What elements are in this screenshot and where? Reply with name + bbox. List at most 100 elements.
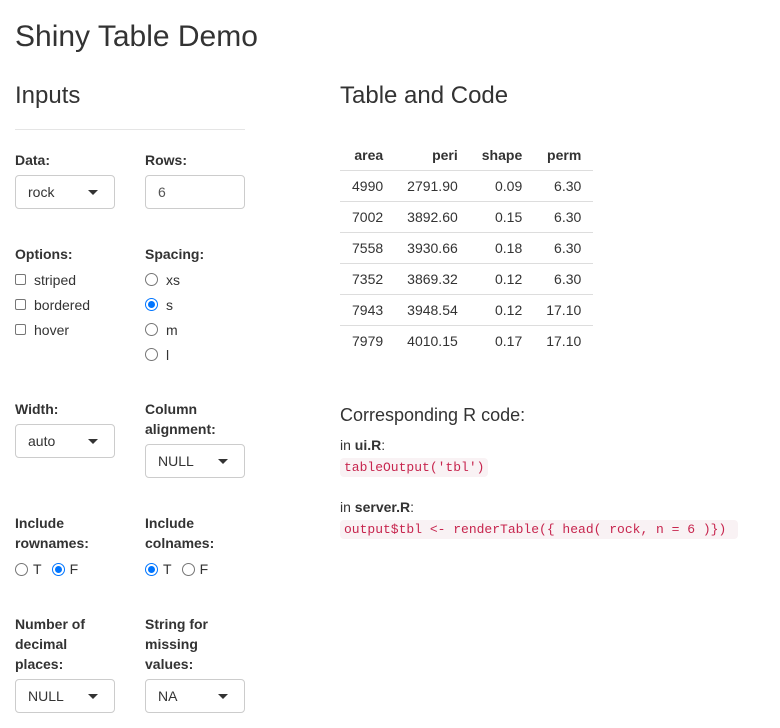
radio-icon[interactable] (145, 348, 158, 361)
width-label: Width: (15, 401, 59, 417)
option-striped[interactable]: striped (15, 267, 90, 292)
spacing-s[interactable]: s (145, 292, 180, 317)
table-cell: 6.30 (534, 201, 594, 233)
ui-file-name: ui.R (354, 437, 382, 453)
radio-icon[interactable] (181, 562, 195, 576)
table-cell: 17.10 (534, 294, 594, 326)
ui-code-block: tableOutput('tbl') (340, 458, 489, 477)
table-cell: 7352 (340, 263, 396, 295)
spacing-l[interactable]: l (145, 342, 180, 367)
radio-icon[interactable] (145, 273, 158, 286)
table-row: 7558 3930.66 0.18 6.30 (340, 232, 594, 264)
data-label: Data: (15, 152, 51, 168)
option-hover[interactable]: hover (15, 317, 90, 342)
table-header-row: area peri shape perm (340, 139, 594, 171)
column-header-peri: peri (395, 139, 470, 171)
decimal-places-select[interactable]: NULL (15, 679, 115, 713)
radio-selected-icon[interactable] (145, 298, 158, 311)
table-cell: 3869.32 (395, 263, 470, 295)
chevron-down-icon (88, 439, 98, 444)
radio-icon[interactable] (15, 562, 28, 576)
table-cell: 6.30 (534, 232, 594, 264)
chevron-down-icon (88, 694, 98, 699)
chevron-down-icon (218, 694, 228, 699)
colnames-f[interactable]: F (181, 561, 208, 577)
table-cell: 3948.54 (395, 294, 470, 326)
column-alignment-label: Column alignment: (145, 401, 216, 437)
column-header-area: area (340, 139, 396, 171)
table-cell: 0.15 (469, 201, 535, 233)
column-header-shape: shape (469, 139, 535, 171)
checkbox-icon[interactable] (15, 324, 26, 335)
page-title: Shiny Table Demo (15, 20, 258, 53)
radio-icon[interactable] (145, 323, 158, 336)
table-cell: 0.09 (469, 170, 535, 202)
table-cell: 6.30 (534, 263, 594, 295)
colnames-t[interactable]: T (145, 561, 172, 577)
table-cell: 0.18 (469, 232, 535, 264)
checkbox-icon[interactable] (15, 299, 26, 310)
table-cell: 4990 (340, 170, 396, 202)
table-cell: 7002 (340, 201, 396, 233)
include-rownames-label: Include rownames: (15, 515, 89, 551)
table-cell: 7979 (352, 333, 384, 349)
table-cell: 3892.60 (395, 201, 470, 233)
table-cell: 17.10 (546, 333, 582, 349)
table-row: 7352 3869.32 0.12 6.30 (340, 263, 594, 295)
decimal-places-label: Number of decimal places: (15, 616, 85, 672)
radio-selected-icon[interactable] (145, 562, 158, 576)
include-rownames-group: T F (15, 559, 88, 579)
include-colnames-label: Include colnames: (145, 515, 215, 551)
missing-values-value: NA (158, 688, 178, 704)
ui-code-label: in ui.R: (340, 437, 386, 453)
width-select-value: auto (28, 433, 56, 449)
checkbox-icon[interactable] (15, 274, 26, 285)
spacing-group: xs s m l (145, 267, 180, 367)
rows-input-value: 6 (158, 184, 166, 200)
table-cell: 4010.15 (407, 333, 458, 349)
table-row: 4990 2791.90 0.09 6.30 (340, 170, 594, 202)
rownames-f[interactable]: F (51, 561, 78, 577)
data-table: area peri shape perm 4990 2791.90 0.09 6… (340, 139, 594, 357)
width-select[interactable]: auto (15, 424, 115, 458)
table-row: 7002 3892.60 0.15 6.30 (340, 201, 594, 233)
chevron-down-icon (218, 459, 228, 464)
table-cell: 0.12 (469, 294, 535, 326)
missing-values-select[interactable]: NA (145, 679, 245, 713)
table-cell: 7943 (340, 294, 396, 326)
table-row: 7979 4010.15 0.17 17.10 (340, 326, 593, 357)
table-cell: 2791.90 (395, 170, 470, 202)
radio-selected-icon[interactable] (51, 562, 65, 576)
server-file-name: server.R (354, 499, 411, 515)
rows-input[interactable]: 6 (145, 175, 245, 209)
output-heading: Table and Code (340, 82, 509, 109)
server-code-block: output$tbl <- renderTable({ head( rock, … (340, 520, 739, 539)
include-colnames-group: T F (145, 559, 218, 579)
option-bordered[interactable]: bordered (15, 292, 90, 317)
server-code: output$tbl <- renderTable({ head( rock, … (340, 520, 739, 539)
table-cell: 0.17 (494, 333, 523, 349)
table-cell: 0.12 (469, 263, 535, 295)
spacing-m[interactable]: m (145, 317, 180, 342)
options-group: striped bordered hover (15, 267, 90, 342)
divider (15, 129, 245, 130)
server-code-label: in server.R: (340, 499, 414, 515)
inputs-heading: Inputs (15, 82, 81, 109)
chevron-down-icon (88, 190, 98, 195)
column-alignment-select[interactable]: NULL (145, 444, 245, 478)
table-cell: 6.30 (534, 170, 594, 202)
code-heading: Corresponding R code: (340, 405, 526, 425)
column-header-perm: perm (534, 139, 594, 171)
decimal-places-value: NULL (28, 688, 64, 704)
missing-values-label: String for missing values: (145, 616, 208, 672)
data-select[interactable]: rock (15, 175, 115, 209)
spacing-xs[interactable]: xs (145, 267, 180, 292)
spacing-label: Spacing: (145, 246, 205, 262)
table-cell: 3930.66 (395, 232, 470, 264)
ui-code: tableOutput('tbl') (340, 458, 489, 477)
rows-label: Rows: (145, 152, 187, 168)
table-cell: 7558 (340, 232, 396, 264)
data-select-value: rock (28, 184, 55, 200)
options-label: Options: (15, 246, 73, 262)
rownames-t[interactable]: T (15, 561, 42, 577)
